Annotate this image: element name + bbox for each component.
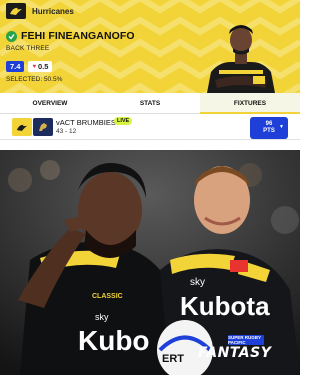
player-portrait (207, 25, 275, 93)
selected-percentage: SELECTED: 50.5% (6, 76, 63, 83)
price-badge: 7.4 (6, 61, 25, 72)
change-badge: ♥ 0.5 (28, 61, 53, 72)
change-value: 0.5 (38, 62, 49, 71)
svg-text:CLASSIC: CLASSIC (92, 293, 123, 300)
check-icon (6, 30, 17, 42)
svg-text:sky: sky (190, 277, 205, 288)
player-header: Hurricanes FEHI FINEANGANOFO BACK THREE … (0, 0, 300, 93)
brumbies-logo-icon (33, 118, 53, 136)
tab-fixtures[interactable]: FIXTURES (200, 93, 300, 114)
fixture-score: 43 - 12 (56, 128, 77, 135)
heart-icon: ♥ (32, 63, 36, 70)
svg-text:Kubo: Kubo (78, 325, 150, 356)
svg-text:sky: sky (95, 312, 109, 322)
points-unit: PTS (263, 128, 275, 134)
svg-text:ERT: ERT (162, 353, 184, 365)
points-badge[interactable]: 96 PTS ▼ (250, 117, 288, 139)
fixture-logos (12, 118, 53, 136)
fantasy-brand: FANTASY (198, 345, 272, 361)
fixture-row[interactable]: vACT BRUMBIES 43 - 12 LIVE 96 PTS ▼ (0, 114, 300, 140)
hurricanes-logo-icon (6, 3, 26, 19)
svg-text:Kubota: Kubota (180, 291, 270, 321)
points-value: 96 (265, 121, 273, 128)
team-name: Hurricanes (32, 6, 74, 16)
price-row: 7.4 ♥ 0.5 (6, 61, 53, 72)
hurricanes-logo-icon (12, 118, 32, 136)
tab-stats[interactable]: STATS (100, 93, 200, 113)
super-rugby-pacific-badge: SUPER RUGBY PACIFIC (228, 335, 264, 345)
tab-overview[interactable]: OVERVIEW (0, 93, 100, 113)
player-name: FEHI FINEANGANOFO (21, 30, 135, 42)
player-position: BACK THREE (6, 45, 50, 52)
fixture-opponent: vACT BRUMBIES (56, 118, 116, 127)
chevron-down-icon: ▼ (279, 124, 284, 130)
player-tabs: OVERVIEW STATS FIXTURES (0, 93, 300, 114)
team-row: Hurricanes (6, 3, 74, 19)
live-badge: LIVE (114, 117, 133, 125)
player-name-row: FEHI FINEANGANOFO (6, 30, 135, 42)
